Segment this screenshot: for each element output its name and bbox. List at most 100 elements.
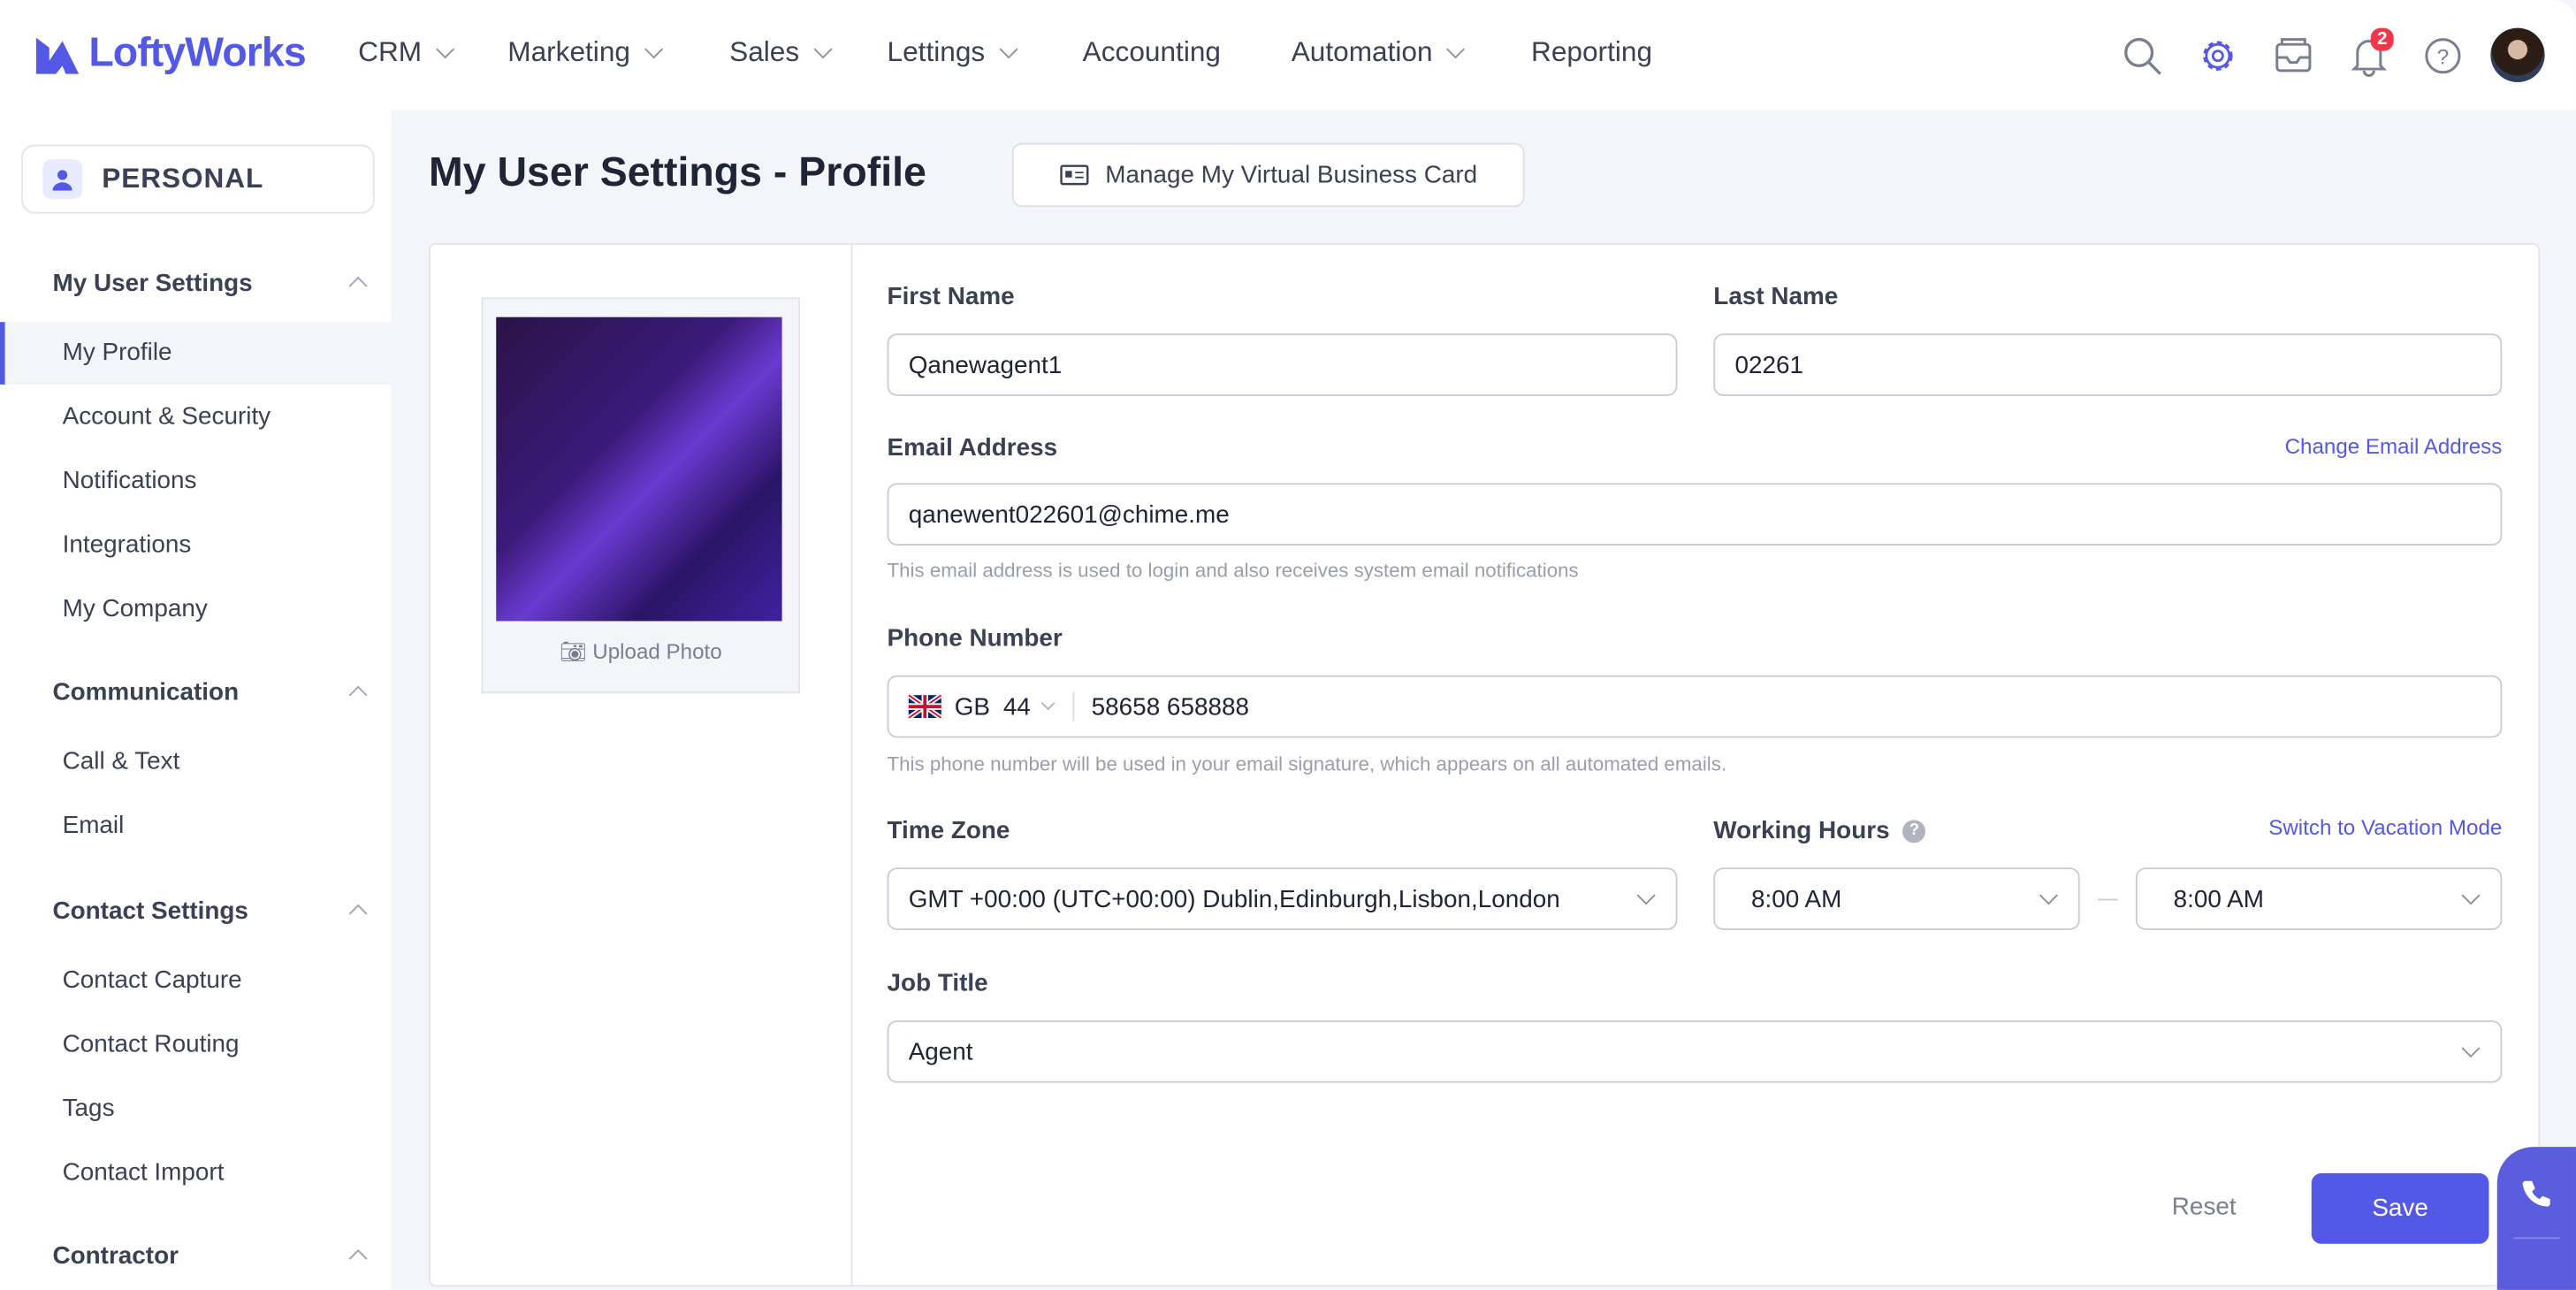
chevron-up-icon	[348, 276, 368, 295]
first-name-label: First Name	[887, 282, 1015, 311]
job-title-select[interactable]: Agent	[887, 1020, 2503, 1083]
job-title-value: Agent	[908, 1037, 973, 1066]
email-label: Email Address	[887, 433, 1058, 462]
page-title: My User Settings - Profile	[429, 149, 926, 196]
chevron-up-icon	[348, 1249, 368, 1269]
sidebar-item[interactable]: Call & Text	[0, 731, 391, 794]
first-name-input[interactable]: Qanewagent1	[887, 333, 1678, 396]
inbox-icon[interactable]	[2272, 34, 2314, 77]
hours-to-value: 8:00 AM	[2173, 884, 2264, 913]
avatar[interactable]	[2490, 27, 2545, 82]
manage-virtual-card-button[interactable]: Manage My Virtual Business Card	[1011, 142, 1525, 208]
range-dash	[2098, 898, 2118, 901]
hours-from-select[interactable]: 8:00 AM	[1713, 867, 2080, 930]
sidebar-group-header[interactable]: Contact Settings	[52, 897, 368, 926]
chevron-down-icon	[1446, 39, 1466, 58]
phone-icon	[2522, 1180, 2550, 1207]
gear-icon[interactable]	[2197, 34, 2239, 77]
sidebar-group-header[interactable]: My User Settings	[52, 270, 368, 297]
phone-input[interactable]: GB 44 58658 658888	[887, 675, 2503, 738]
profile-photo	[496, 317, 782, 622]
divider	[850, 244, 853, 1287]
group-title: Contractor	[52, 1241, 179, 1271]
logo-text: LoftyWorks	[88, 29, 306, 76]
logo-icon	[35, 36, 80, 73]
user-icon	[42, 159, 82, 199]
chevron-down-icon	[2461, 1039, 2481, 1058]
widget-divider	[2513, 1237, 2560, 1240]
sidebar-item[interactable]: Notifications	[0, 450, 391, 513]
nav-lettings[interactable]: Lettings	[887, 35, 1017, 69]
group-title: Contact Settings	[52, 897, 248, 926]
call-widget[interactable]	[2496, 1147, 2576, 1290]
chevron-down-icon	[1636, 886, 1656, 905]
sidebar-item[interactable]: My Company	[0, 578, 391, 641]
vcard-button-label: Manage My Virtual Business Card	[1105, 161, 1478, 189]
country-select[interactable]: GB	[955, 692, 990, 721]
working-hours-text: Working Hours	[1713, 816, 1890, 845]
hours-from-value: 8:00 AM	[1751, 884, 1842, 913]
nav-label: Marketing	[507, 35, 630, 68]
nav-label: Lettings	[887, 35, 986, 68]
personal-label: PERSONAL	[102, 162, 264, 195]
last-name-input[interactable]: 02261	[1713, 333, 2503, 396]
uk-flag-icon	[908, 695, 941, 719]
nav-label: Accounting	[1082, 35, 1222, 68]
sidebar-item[interactable]: Tags	[0, 1078, 391, 1141]
timezone-label: Time Zone	[887, 816, 1010, 845]
help-icon[interactable]: ?	[2421, 34, 2464, 77]
sidebar-item[interactable]: Contact Routing	[0, 1014, 391, 1077]
camera-icon: 📷︎	[559, 638, 593, 664]
sidebar-group-header[interactable]: Communication	[52, 678, 368, 707]
notification-badge: 2	[2370, 27, 2394, 51]
sidebar-item[interactable]: Account & Security	[0, 386, 391, 449]
nav-sales[interactable]: Sales	[729, 35, 832, 69]
upload-photo-label: Upload Photo	[592, 638, 722, 664]
phone-hint: This phone number will be used in your e…	[887, 752, 1727, 776]
email-hint: This email address is used to login and …	[887, 558, 1579, 582]
svg-text:?: ?	[2437, 45, 2449, 69]
nav-accounting[interactable]: Accounting	[1083, 36, 1221, 69]
working-hours-label: Working Hours?	[1713, 816, 1926, 845]
sidebar-item[interactable]: Integrations	[0, 515, 391, 577]
logo[interactable]: LoftyWorks	[33, 29, 307, 77]
nav-label: Reporting	[1531, 35, 1653, 68]
chevron-up-icon	[348, 685, 368, 705]
timezone-select[interactable]: GMT +00:00 (UTC+00:00) Dublin,Edinburgh,…	[887, 867, 1678, 930]
sidebar-item[interactable]: Email	[0, 795, 391, 858]
email-input[interactable]: qanewent022601@chime.me	[887, 483, 2503, 546]
last-name-label: Last Name	[1713, 282, 1839, 311]
chevron-down-icon	[2039, 886, 2058, 905]
chevron-down-icon	[435, 39, 454, 58]
chevron-down-icon	[644, 39, 663, 58]
timezone-value: GMT +00:00 (UTC+00:00) Dublin,Edinburgh,…	[908, 884, 1560, 913]
save-button[interactable]: Save	[2311, 1172, 2489, 1244]
hours-to-select[interactable]: 8:00 AM	[2135, 867, 2503, 930]
nav-automation[interactable]: Automation	[1291, 35, 1466, 69]
chevron-up-icon	[348, 904, 368, 923]
sidebar-group-header[interactable]: Contractor	[52, 1241, 368, 1271]
sidebar-item[interactable]: My Profile	[0, 322, 392, 385]
sidebar-item[interactable]: Contact Capture	[0, 950, 391, 1012]
phone-number: 58658 658888	[1091, 692, 1249, 721]
separator	[1073, 691, 1076, 721]
upload-photo-button[interactable]: 📷︎ Upload Photo	[482, 639, 801, 666]
change-email-link[interactable]: Change Email Address	[2285, 434, 2503, 459]
vacation-mode-link[interactable]: Switch to Vacation Mode	[2268, 815, 2502, 840]
sidebar-item[interactable]: Contact Import	[0, 1142, 391, 1205]
nav-marketing[interactable]: Marketing	[507, 35, 663, 69]
job-title-label: Job Title	[887, 969, 988, 998]
group-title: Communication	[52, 678, 240, 707]
chevron-down-icon	[2461, 886, 2481, 905]
country-code: 44	[1002, 692, 1031, 721]
nav-label: Sales	[729, 35, 800, 68]
nav-reporting[interactable]: Reporting	[1531, 36, 1652, 69]
nav-crm[interactable]: CRM	[358, 36, 454, 69]
chevron-down-icon	[1041, 695, 1056, 710]
chevron-down-icon	[998, 39, 1017, 58]
nav-label: Automation	[1291, 35, 1433, 68]
help-icon[interactable]: ?	[1902, 819, 1926, 843]
reset-button[interactable]: Reset	[2172, 1193, 2237, 1221]
personal-switch[interactable]: PERSONAL	[21, 144, 375, 214]
search-icon[interactable]	[2121, 34, 2163, 77]
